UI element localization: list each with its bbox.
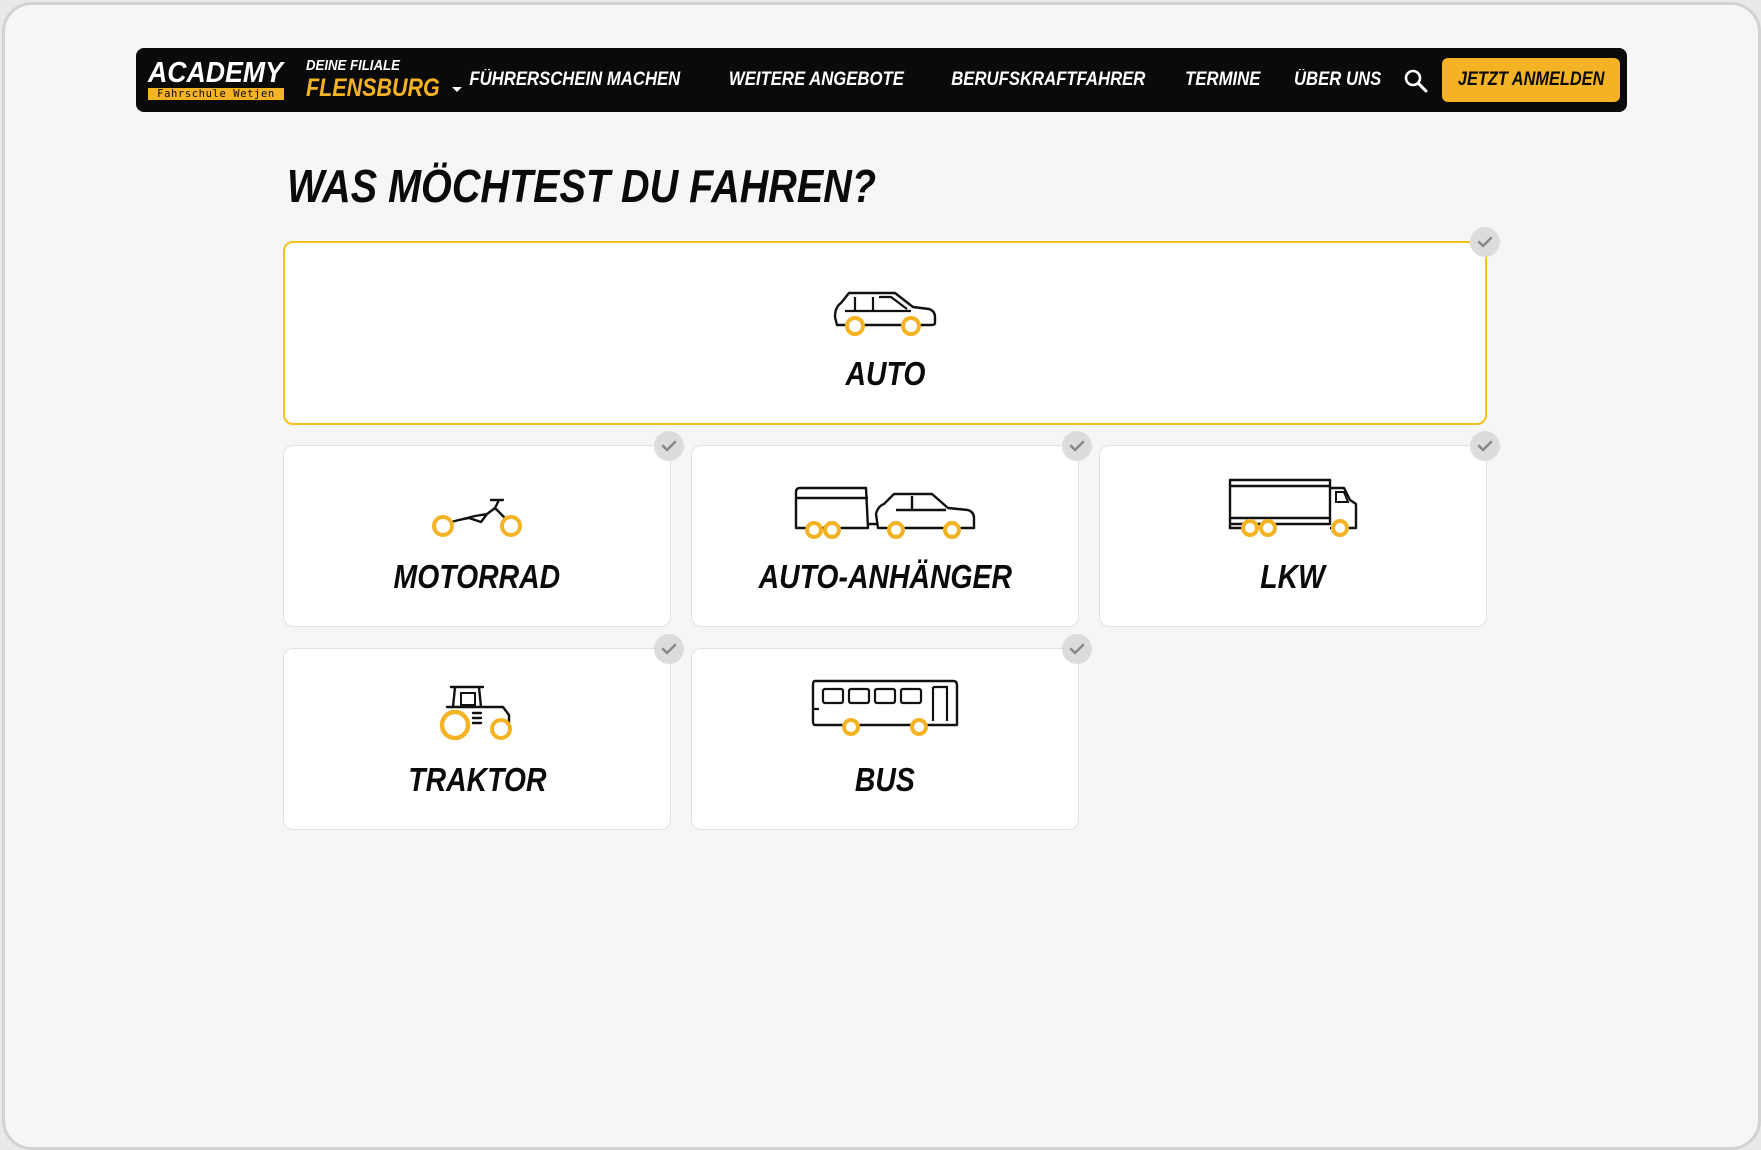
check-icon bbox=[1470, 431, 1500, 461]
option-card-auto-anhaenger[interactable]: AUTO-ANHÄNGER bbox=[691, 445, 1079, 627]
option-card-lkw[interactable]: LKW bbox=[1099, 445, 1487, 627]
check-icon bbox=[1470, 227, 1500, 257]
nav-item-berufskraftfahrer[interactable]: BERUFSKRAFTFAHRER bbox=[951, 69, 1145, 91]
option-card-bus[interactable]: BUS bbox=[691, 648, 1079, 830]
option-label-auto: AUTO bbox=[845, 355, 925, 392]
truck-icon bbox=[1228, 478, 1358, 537]
check-icon bbox=[654, 431, 684, 461]
option-card-auto[interactable]: AUTO bbox=[283, 241, 1487, 425]
nav-item-ueber-uns[interactable]: ÜBER UNS bbox=[1294, 69, 1381, 91]
option-card-motorrad[interactable]: MOTORRAD bbox=[283, 445, 671, 627]
branch-selector[interactable]: DEINE FILIALE FLENSBURG bbox=[306, 57, 462, 102]
main-menu: FÜHRERSCHEIN MACHEN WEITERE ANGEBOTE BER… bbox=[455, 48, 1387, 112]
page-title: WAS MÖCHTEST DU FAHREN? bbox=[287, 160, 877, 212]
option-label-motorrad: MOTORRAD bbox=[393, 558, 561, 595]
register-button-label: JETZT ANMELDEN bbox=[1457, 69, 1605, 90]
nav-item-fuehrerschein-machen[interactable]: FÜHRERSCHEIN MACHEN bbox=[470, 69, 681, 91]
option-label-traktor: TRAKTOR bbox=[407, 761, 547, 798]
car-icon bbox=[833, 291, 937, 336]
academy-logo[interactable]: ACADEMY Fahrschule Wetjen bbox=[148, 57, 284, 101]
car-trailer-icon bbox=[794, 486, 976, 539]
tractor-icon bbox=[439, 685, 512, 741]
logo-wordmark: ACADEMY bbox=[148, 57, 283, 89]
check-icon bbox=[654, 634, 684, 664]
motorcycle-icon bbox=[432, 498, 522, 537]
top-navigation: ACADEMY Fahrschule Wetjen DEINE FILIALE … bbox=[136, 48, 1627, 112]
bus-icon bbox=[811, 679, 959, 736]
nav-item-termine[interactable]: TERMINE bbox=[1185, 69, 1260, 91]
option-card-traktor[interactable]: TRAKTOR bbox=[283, 648, 671, 830]
check-icon bbox=[1062, 634, 1092, 664]
nav-item-weitere-angebote[interactable]: WEITERE ANGEBOTE bbox=[729, 69, 904, 91]
browser-frame: ACADEMY Fahrschule Wetjen DEINE FILIALE … bbox=[2, 2, 1761, 1150]
branch-city: FLENSBURG bbox=[306, 74, 440, 102]
logo-subtitle: Fahrschule Wetjen bbox=[148, 88, 284, 100]
option-label-auto-anhaenger: AUTO-ANHÄNGER bbox=[758, 558, 1012, 595]
option-label-lkw: LKW bbox=[1260, 558, 1326, 595]
search-icon[interactable] bbox=[1403, 68, 1429, 94]
check-icon bbox=[1062, 431, 1092, 461]
branch-label: DEINE FILIALE bbox=[306, 57, 400, 74]
option-label-bus: BUS bbox=[855, 761, 915, 798]
register-button[interactable]: JETZT ANMELDEN bbox=[1442, 58, 1620, 102]
